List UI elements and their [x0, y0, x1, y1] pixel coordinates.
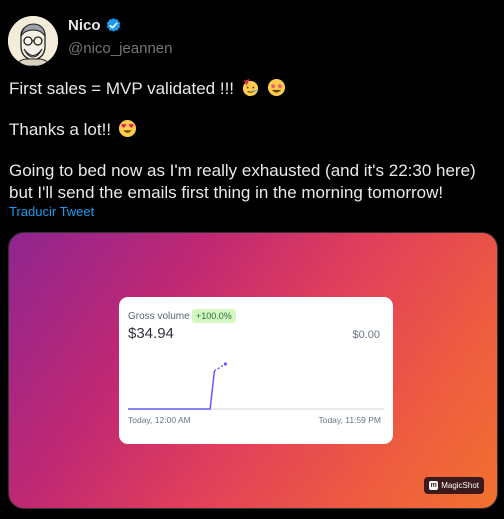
- tweet-body: First sales = MVP validated !!! Thanks a…: [9, 78, 499, 204]
- chart-end-label: Today, 11:59 PM: [318, 415, 381, 425]
- avatar-illustration-icon: [8, 16, 58, 66]
- comparison-value: $0.00: [352, 329, 380, 341]
- gross-volume-chart: [128, 362, 384, 410]
- tweet-line-text: Thanks a lot!!: [9, 120, 112, 139]
- gross-volume-card: Gross volume +100.0% $34.94 $0.00 Today,…: [119, 297, 393, 444]
- tweet-media-image[interactable]: Gross volume +100.0% $34.94 $0.00 Today,…: [8, 232, 498, 509]
- heart-eyes-emoji: [118, 119, 136, 138]
- watermark-text: MagicShot: [441, 481, 479, 490]
- chart-series-line: [128, 370, 216, 410]
- avatar[interactable]: [8, 16, 58, 66]
- tweet-line: but I'll send the emails first thing in …: [9, 183, 444, 202]
- magicshot-logo-icon: m: [429, 481, 439, 490]
- author-name[interactable]: Nico: [68, 17, 101, 34]
- party-face-emoji: [242, 78, 259, 97]
- author-handle[interactable]: @nico_jeannen: [68, 40, 172, 57]
- chart-projection-line: [213, 363, 226, 372]
- chart-end-point: [223, 362, 227, 366]
- verified-badge-icon: [106, 18, 120, 32]
- tweet-line: Going to bed now as I'm really exhausted…: [9, 161, 476, 180]
- tweet-line: First sales = MVP validated !!!: [9, 78, 499, 100]
- chart-start-label: Today, 12:00 AM: [128, 415, 191, 425]
- tweet-header: Nico @nico_jeannen: [8, 12, 498, 66]
- card-label: Gross volume: [128, 311, 190, 322]
- percent-change-badge: +100.0%: [192, 309, 236, 323]
- tweet-line-text: First sales = MVP validated !!!: [9, 79, 235, 98]
- magicshot-watermark: m MagicShot: [424, 477, 484, 494]
- gross-volume-value: $34.94: [128, 325, 174, 342]
- tweet-line: Thanks a lot!!: [9, 119, 499, 141]
- star-struck-emoji: [267, 78, 285, 97]
- translate-link[interactable]: Traducir Tweet: [9, 204, 94, 219]
